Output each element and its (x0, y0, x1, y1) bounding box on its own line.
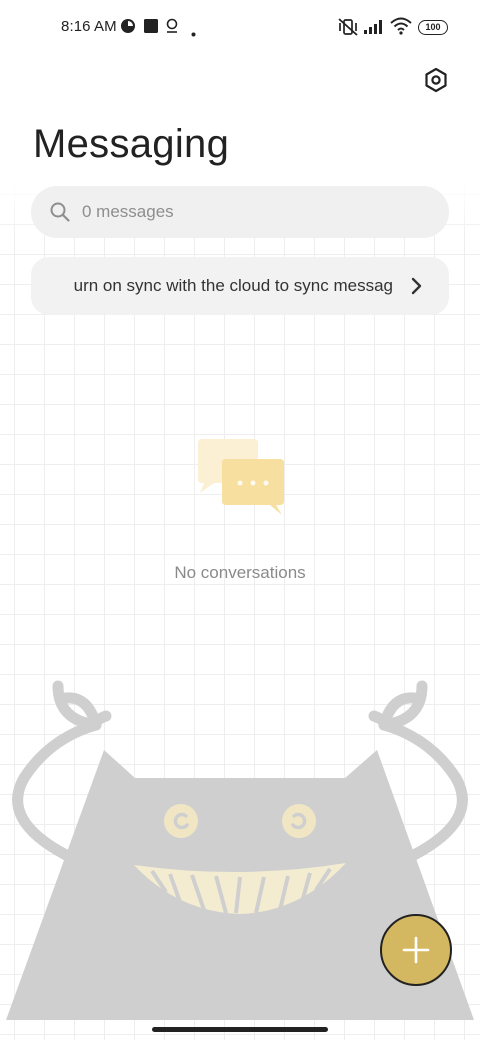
hexagon-settings-icon (425, 67, 447, 93)
search-icon (49, 201, 71, 228)
notification-app-icon (120, 18, 136, 39)
search-input[interactable]: 0 messages (31, 186, 449, 238)
square-notification-icon (143, 18, 159, 39)
status-time: 8:16 AM (61, 18, 117, 35)
location-pin-icon (165, 18, 179, 39)
status-bar: 8:16 AM 100 (0, 0, 480, 56)
search-placeholder: 0 messages (82, 202, 174, 221)
dot-icon (191, 24, 196, 42)
sync-banner[interactable]: urn on sync with the cloud to sync messa… (31, 257, 449, 315)
sync-banner-text: urn on sync with the cloud to sync messa… (73, 276, 393, 295)
chat-bubbles-icon (196, 437, 288, 522)
plus-icon (402, 936, 430, 964)
battery-icon: 100 (418, 20, 448, 35)
vibrate-muted-icon (337, 17, 359, 42)
new-conversation-button[interactable] (380, 914, 452, 986)
wifi-icon (390, 17, 412, 40)
settings-button[interactable] (420, 64, 452, 96)
chevron-right-icon (409, 277, 423, 300)
signal-icon (363, 19, 385, 40)
page-title: Messaging (33, 122, 230, 166)
empty-state-text: No conversations (174, 563, 306, 582)
home-indicator[interactable] (152, 1027, 328, 1032)
